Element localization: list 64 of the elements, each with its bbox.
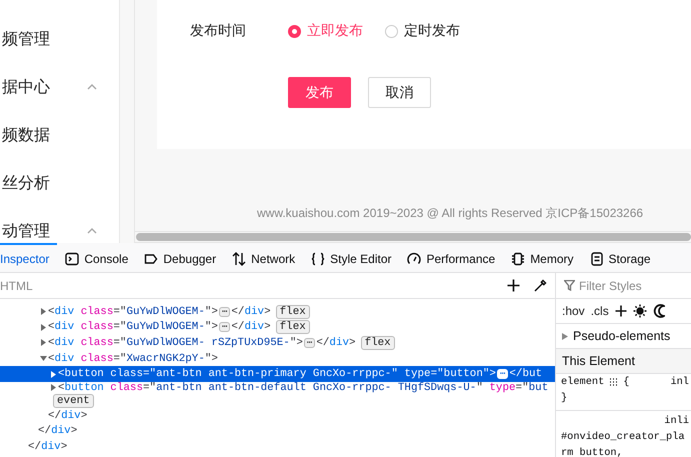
toggle-button[interactable]: :hov bbox=[562, 304, 585, 318]
devtools-tab[interactable]: Memory bbox=[503, 243, 582, 272]
devtools-tab[interactable]: Performance bbox=[399, 243, 504, 272]
markup-line[interactable]: <div class="XwacrNGK2pY-"> bbox=[0, 350, 555, 366]
search-field[interactable]: HTML bbox=[0, 278, 493, 292]
filter-field[interactable]: Filter Styles bbox=[579, 278, 691, 292]
eyedropper-icon bbox=[534, 279, 547, 292]
rule-brace: { bbox=[623, 376, 630, 388]
footer-text: www.kuaishou.com 2019~2023 @ All rights Reserved 京ICP备15023266 bbox=[257, 205, 644, 222]
section-header: This Element bbox=[562, 354, 635, 368]
rule-source[interactable]: inli bbox=[664, 415, 689, 427]
rule-code: rm button, bbox=[561, 447, 623, 457]
markup-line[interactable]: <button class="ant-btn ant-btn-default GncXo-rrppc- THgfSDwqs-U-" type="but event bbox=[0, 382, 555, 408]
devtools-tab[interactable]: Inspector bbox=[0, 243, 58, 272]
scrollbar-thumb[interactable] bbox=[136, 233, 691, 242]
cancel-button[interactable]: 取消 bbox=[368, 77, 431, 108]
sidebar-item[interactable]: 据中心 bbox=[0, 63, 119, 111]
plus-icon bbox=[507, 279, 520, 292]
markup-line[interactable]: <div class="GuYwDlWOGEM- rSZpTUxD95E-"> ⋯ </div> flex bbox=[0, 335, 555, 351]
sidebar-item[interactable]: 丝分析 bbox=[0, 159, 119, 207]
markup-line: </div> bbox=[27, 440, 68, 455]
collapsed-content-button[interactable]: ⋯ bbox=[218, 306, 230, 317]
toggle-button[interactable]: .cls bbox=[590, 304, 609, 318]
devtools-tab[interactable]: Storage bbox=[582, 243, 659, 272]
display-badge[interactable]: event bbox=[53, 394, 94, 408]
radio-option[interactable]: 定时发布 bbox=[385, 22, 460, 40]
section-toggle[interactable]: Pseudo-elements bbox=[573, 329, 670, 343]
gauge-icon bbox=[407, 252, 422, 266]
collapsed-content-button[interactable]: ⋯ bbox=[218, 322, 230, 332]
radio-option[interactable]: 立即发布 bbox=[288, 22, 363, 40]
plus-icon bbox=[614, 305, 627, 317]
markup-line[interactable]: <div class="GuYwDlWOGEM-"> ⋯ </div> flex bbox=[0, 304, 555, 320]
braces-icon bbox=[311, 252, 326, 266]
up-down-arrows-icon bbox=[232, 252, 246, 266]
drawer-icon bbox=[590, 252, 604, 266]
sidebar-item[interactable]: 频数据 bbox=[0, 111, 119, 159]
devtools-tab[interactable]: Debugger bbox=[136, 243, 224, 272]
field-label: 发布时间 bbox=[190, 22, 247, 40]
rule-selector: element bbox=[561, 376, 604, 388]
grid-icon bbox=[609, 378, 618, 386]
chip-icon bbox=[511, 252, 526, 266]
sun-icon bbox=[632, 304, 647, 318]
rule-source[interactable]: inl bbox=[670, 376, 689, 388]
terminal-icon bbox=[65, 252, 80, 266]
twisty-icon bbox=[562, 332, 568, 340]
display-badge[interactable]: flex bbox=[276, 304, 310, 319]
publish-button[interactable]: 发布 bbox=[288, 77, 351, 108]
markup-line: </div> bbox=[37, 424, 78, 440]
rule-code: #onvideo_creator_pla bbox=[561, 431, 685, 443]
moon-icon bbox=[652, 304, 665, 318]
display-badge[interactable]: flex bbox=[276, 320, 310, 334]
devtools-tab[interactable]: Network bbox=[224, 243, 304, 272]
markup-line: </div> bbox=[47, 408, 88, 424]
rule-code: } bbox=[561, 392, 568, 404]
markup-line[interactable]: <div class="GuYwDlWOGEM-"> ⋯ </div> flex bbox=[0, 320, 555, 336]
tag-shape-icon bbox=[144, 252, 158, 266]
devtools-tab[interactable]: Style Editor bbox=[303, 243, 400, 272]
collapsed-content-button[interactable]: ⋯ bbox=[304, 338, 316, 348]
filter-icon bbox=[564, 280, 575, 291]
collapsed-content-button[interactable]: ⋯ bbox=[496, 369, 508, 380]
sidebar-item[interactable]: 频管理 bbox=[0, 15, 119, 63]
devtools-tab[interactable]: Console bbox=[57, 243, 136, 272]
sidebar-item[interactable]: 动管理 bbox=[0, 207, 119, 243]
display-badge[interactable]: flex bbox=[360, 336, 395, 350]
